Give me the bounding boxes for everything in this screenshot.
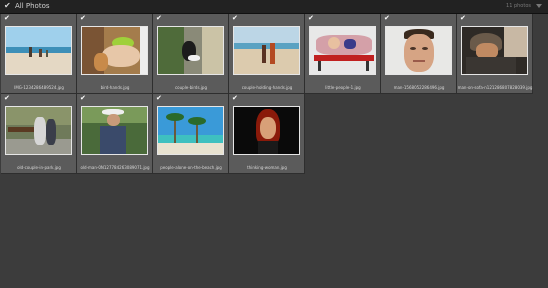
photo-checkbox[interactable]: ✔ [384, 15, 390, 22]
photo-cell[interactable]: ✔ man-1568052286496.jpg [381, 14, 457, 94]
collection-title: All Photos [15, 2, 50, 10]
photo-cell[interactable]: ✔ couple-birds.jpg [153, 14, 229, 94]
photo-filename: couple-birds.jpg [174, 85, 208, 90]
photo-checkbox[interactable]: ✔ [308, 15, 314, 22]
photo-checkbox[interactable]: ✔ [232, 95, 238, 102]
photo-count: 11 photos [506, 3, 531, 9]
photo-thumbnail[interactable] [233, 106, 300, 155]
photo-cell[interactable]: ✔ bird-hands.jpg [77, 14, 153, 94]
photo-cell[interactable]: ✔ people-alone-on-the-beach.jpg [153, 94, 229, 174]
photo-thumbnail[interactable] [309, 26, 376, 75]
photo-checkbox[interactable]: ✔ [156, 95, 162, 102]
photo-filename: man-1568052286496.jpg [393, 85, 445, 90]
photo-thumbnail[interactable] [5, 26, 72, 75]
photo-checkbox[interactable]: ✔ [460, 15, 466, 22]
photo-filename: old-couple-in-park.jpg [17, 165, 61, 170]
header-menu-icon[interactable] [536, 4, 542, 8]
photo-cell[interactable]: ✔ little-people-1.jpg [305, 14, 381, 94]
photo-cell[interactable]: ✔ old-couple-in-park.jpg [1, 94, 77, 174]
photo-thumbnail[interactable] [233, 26, 300, 75]
photo-filename: man-on-sofa-n121286807828039.jpg [457, 85, 533, 90]
select-all-checkbox[interactable]: ✔ [4, 2, 12, 10]
photo-thumbnail[interactable] [385, 26, 452, 75]
photo-thumbnail[interactable] [81, 106, 148, 155]
photo-cell[interactable]: ✔ IMG-1234286489524.jpg [1, 14, 77, 94]
photo-filename: IMG-1234286489524.jpg [14, 85, 64, 90]
photo-thumbnail[interactable] [157, 106, 224, 155]
photo-checkbox[interactable]: ✔ [4, 95, 10, 102]
photo-cell[interactable]: ✔ thinking-woman.jpg [229, 94, 305, 174]
photo-filename: bird-hands.jpg [100, 85, 130, 90]
photo-filename: couple-holding-hands.jpg [241, 85, 293, 90]
photo-thumbnail[interactable] [157, 26, 224, 75]
photo-filename: old-man-0N127784263089071.jpg [80, 165, 150, 170]
photo-thumbnail[interactable] [461, 26, 528, 75]
library-header: ✔ All Photos 11 photos [0, 0, 548, 14]
photo-filename: thinking-woman.jpg [247, 165, 287, 170]
photo-cell[interactable]: ✔ man-on-sofa-n121286807828039.jpg [457, 14, 533, 94]
photo-thumbnail[interactable] [81, 26, 148, 75]
photo-checkbox[interactable]: ✔ [80, 95, 86, 102]
photo-filename: little-people-1.jpg [325, 85, 361, 90]
photo-cell[interactable]: ✔ couple-holding-hands.jpg [229, 14, 305, 94]
photo-checkbox[interactable]: ✔ [80, 15, 86, 22]
photo-checkbox[interactable]: ✔ [156, 15, 162, 22]
photo-checkbox[interactable]: ✔ [4, 15, 10, 22]
photo-cell[interactable]: ✔ old-man-0N127784263089071.jpg [77, 94, 153, 174]
photo-checkbox[interactable]: ✔ [232, 15, 238, 22]
photo-filename: people-alone-on-the-beach.jpg [160, 165, 222, 170]
photo-thumbnail[interactable] [5, 106, 72, 155]
